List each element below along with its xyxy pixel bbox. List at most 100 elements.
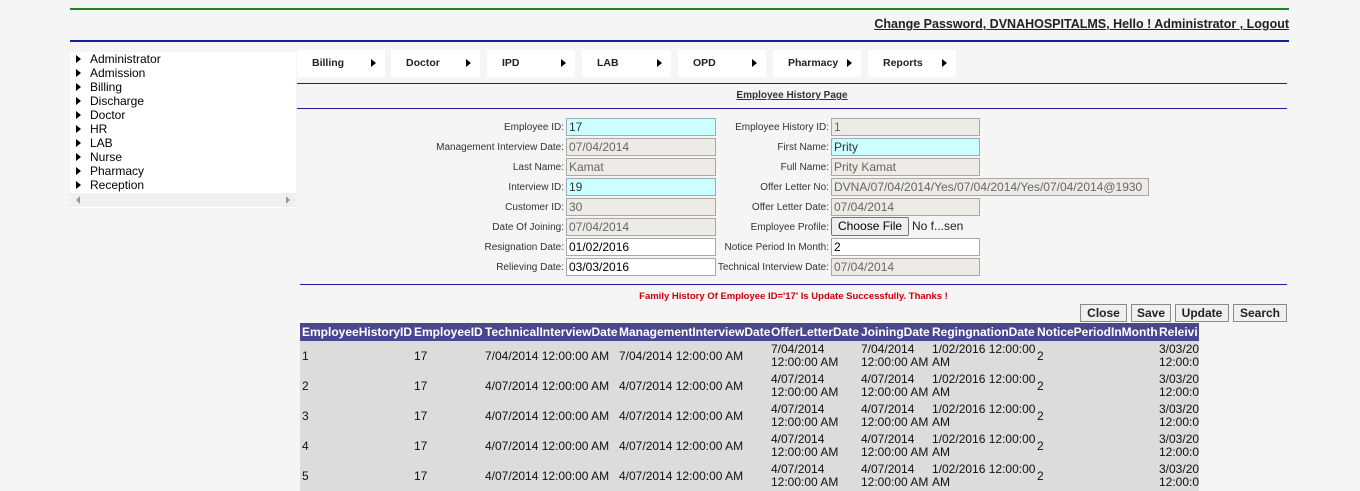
first-name-field[interactable]: Prity	[831, 138, 980, 156]
column-header[interactable]: JoiningDate	[861, 325, 930, 339]
table-cell: 3/03/20 12:00:0	[1159, 463, 1199, 488]
technical-interview-date-field[interactable]: 07/04/2014	[831, 258, 980, 276]
notice-period-field[interactable]: 2	[831, 238, 980, 256]
menu-ipd[interactable]: IPD	[487, 50, 575, 77]
table-cell-line: 12:00:00 AM	[861, 354, 929, 369]
table-cell-line: 12:00:00 AM	[861, 474, 929, 489]
date-of-joining-field[interactable]: 07/04/2014	[566, 218, 716, 236]
grid-header: EmployeeHistoryID EmployeeID TechnicalIn…	[300, 323, 1199, 341]
table-cell: 2	[1037, 469, 1044, 483]
submenu-arrow-icon	[752, 59, 757, 67]
offer-letter-no-field[interactable]: DVNA/07/04/2014/Yes/07/04/2014/Yes/07/04…	[831, 178, 1149, 196]
employee-id-field[interactable]: 17	[566, 118, 716, 136]
table-cell: 3	[302, 409, 309, 423]
column-header[interactable]: Releivi	[1159, 325, 1198, 339]
employee-profile-label: Employee Profile:	[750, 222, 829, 233]
save-button[interactable]: Save	[1131, 304, 1171, 322]
table-cell-line: 4/07/2014	[771, 402, 825, 416]
submenu-arrow-icon	[942, 59, 947, 67]
logout-link[interactable]: Logout	[1247, 17, 1289, 31]
column-header[interactable]: TechnicalInterviewDate	[485, 325, 618, 339]
table-cell: 4/07/2014 12:00:00 AM	[771, 373, 838, 398]
table-cell-line: 1/02/2016 12:00:00	[932, 402, 1036, 416]
close-button[interactable]: Close	[1080, 304, 1127, 322]
employee-history-id-field[interactable]: 1	[831, 118, 980, 136]
sidebar-item-pharmacy[interactable]: Pharmacy	[70, 164, 296, 178]
expand-arrow-icon	[76, 55, 81, 63]
table-cell-line: 4/07/2014	[771, 462, 825, 476]
column-header[interactable]: ManagementInterviewDate	[619, 325, 770, 339]
table-cell: 4/07/2014 12:00:00 AM	[485, 469, 610, 483]
menu-pharmacy[interactable]: Pharmacy	[773, 50, 861, 77]
choose-file-button[interactable]: Choose File	[831, 217, 910, 236]
column-header[interactable]: EmployeeID	[414, 325, 483, 339]
sidebar-item-billing[interactable]: Billing	[70, 80, 296, 94]
sidebar-item-reception[interactable]: Reception	[70, 178, 296, 192]
column-header[interactable]: RegingnationDate	[932, 325, 1035, 339]
column-header[interactable]: OfferLetterDate	[771, 325, 859, 339]
mgmt-interview-date-field[interactable]: 07/04/2014	[566, 138, 716, 156]
hospital-link[interactable]: DVNAHOSPITALMS	[990, 17, 1106, 31]
table-cell: 1/02/2016 12:00:00 AM	[932, 403, 1035, 428]
offer-letter-date-label: Offer Letter Date:	[751, 202, 829, 213]
relieving-date-field[interactable]: 03/03/2016	[566, 258, 716, 276]
column-header[interactable]: NoticePeriodInMonth	[1037, 325, 1158, 339]
scroll-left-icon[interactable]	[76, 196, 80, 204]
table-cell-line: 3/03/20	[1159, 372, 1199, 386]
table-cell-line: 12:00:0	[1159, 354, 1199, 369]
interview-id-field[interactable]: 19	[566, 178, 716, 196]
resignation-date-field[interactable]: 01/02/2016	[566, 238, 716, 256]
table-cell: 4	[302, 439, 309, 453]
sidebar-item-hr[interactable]: HR	[70, 122, 296, 136]
sidebar-item-administrator[interactable]: Administrator	[70, 52, 296, 66]
search-button[interactable]: Search	[1233, 304, 1287, 322]
table-cell-line: 12:00:00 AM	[771, 354, 839, 369]
menu-reports[interactable]: Reports	[868, 50, 956, 77]
sidebar-item-doctor[interactable]: Doctor	[70, 108, 296, 122]
sidebar-item-admission[interactable]: Admission	[70, 66, 296, 80]
last-name-label: Last Name:	[512, 162, 564, 173]
menu-billing[interactable]: Billing	[297, 50, 385, 77]
title-divider-bottom	[297, 108, 1287, 109]
customer-id-field[interactable]: 30	[566, 198, 716, 216]
sidebar-item-nurse[interactable]: Nurse	[70, 150, 296, 164]
sidebar-item-discharge[interactable]: Discharge	[70, 94, 296, 108]
table-cell: 4/07/2014 12:00:00 AM	[485, 439, 610, 453]
column-header[interactable]: EmployeeHistoryID	[302, 325, 412, 339]
menu-doctor[interactable]: Doctor	[391, 50, 480, 77]
table-cell-line: 7/04/2014	[861, 342, 915, 356]
table-cell: 1/02/2016 12:00:00 AM	[932, 433, 1035, 458]
table-cell: 4/07/2014 12:00:00 AM	[485, 409, 610, 423]
full-name-field[interactable]: Prity Kamat	[831, 158, 980, 176]
table-cell: 4/07/2014 12:00:00 AM	[861, 403, 928, 428]
sidebar-nav: Administrator Admission Billing Discharg…	[70, 52, 296, 208]
table-cell: 3/03/20 12:00:0	[1159, 373, 1199, 398]
expand-arrow-icon	[76, 125, 81, 133]
table-cell-line: 12:00:00 AM	[861, 444, 929, 459]
table-cell: 4/07/2014 12:00:00 AM	[771, 433, 838, 458]
update-button[interactable]: Update	[1175, 304, 1229, 322]
change-password-link[interactable]: Change Password	[874, 17, 982, 31]
table-cell-line: AM	[932, 384, 950, 399]
success-message: Family History Of Employee ID='17' Is Up…	[639, 291, 948, 302]
table-cell-line: AM	[932, 474, 950, 489]
table-cell-line: 4/07/2014	[771, 372, 825, 386]
header-separator: ,	[1236, 17, 1247, 31]
last-name-field[interactable]: Kamat	[566, 158, 716, 176]
employee-history-id-label: Employee History ID:	[735, 122, 829, 133]
menu-lab[interactable]: LAB	[582, 50, 671, 77]
table-cell: 2	[1037, 349, 1044, 363]
table-cell: 4/07/2014 12:00:00 AM	[619, 409, 744, 423]
sidebar-item-lab[interactable]: LAB	[70, 136, 296, 150]
table-cell-line: 1/02/2016 12:00:00	[932, 462, 1036, 476]
submenu-arrow-icon	[847, 59, 852, 67]
sidebar-scrollbar[interactable]	[70, 193, 296, 207]
technical-interview-date-label: Technical Interview Date:	[717, 262, 829, 273]
greeting-link[interactable]: Hello ! Administrator	[1113, 17, 1236, 31]
scroll-right-icon[interactable]	[286, 196, 290, 204]
table-cell: 1/02/2016 12:00:00 AM	[932, 463, 1035, 488]
table-cell: 1/02/2016 12:00:00 AM	[932, 373, 1035, 398]
table-cell-line: 4/07/2014	[771, 432, 825, 446]
menu-opd[interactable]: OPD	[678, 50, 766, 77]
offer-letter-date-field[interactable]: 07/04/2014	[831, 198, 980, 216]
